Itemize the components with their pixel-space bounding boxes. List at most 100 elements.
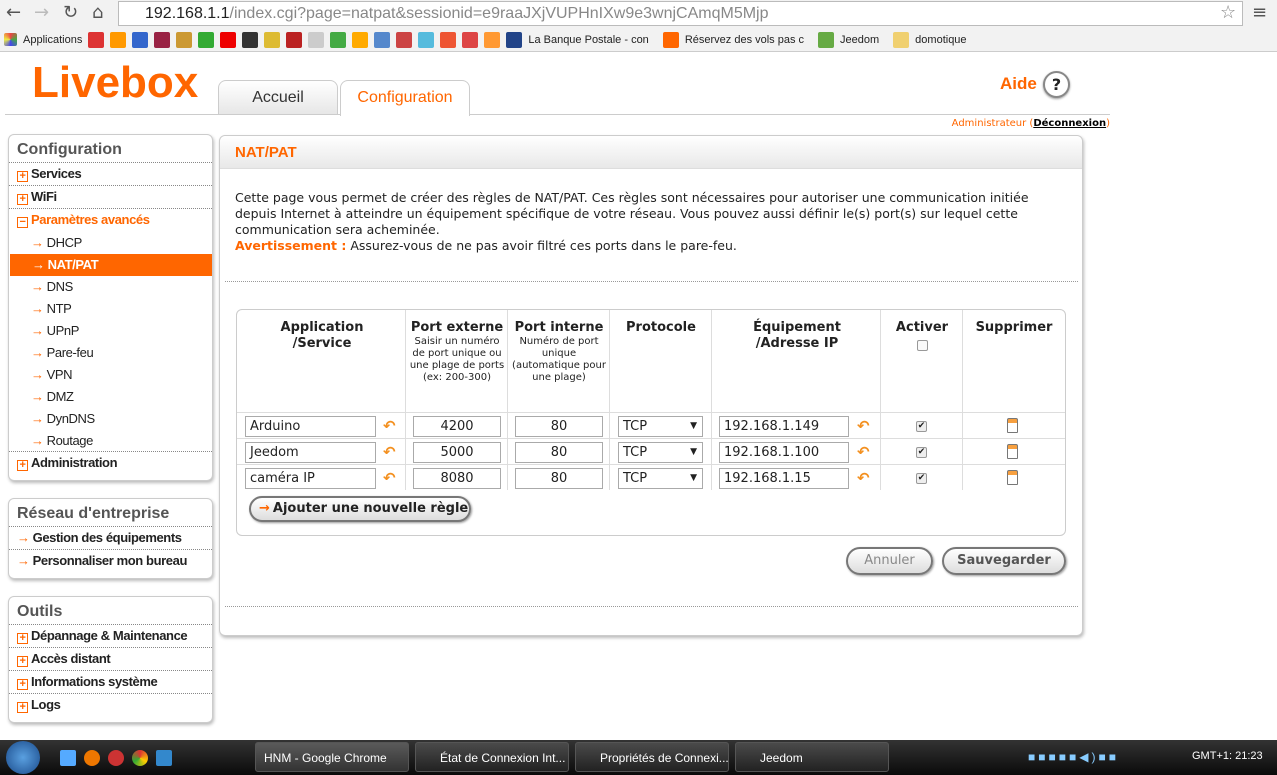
bookmark-applications[interactable]: Applications xyxy=(23,34,82,46)
trash-icon[interactable] xyxy=(1007,418,1018,433)
bookmark-icon[interactable] xyxy=(242,31,259,48)
activer-all-checkbox[interactable] xyxy=(916,340,928,351)
sidebar-sub-dns[interactable]: → DNS xyxy=(9,276,212,298)
back-icon[interactable]: ← xyxy=(6,2,21,23)
sidebar-sub-ntp[interactable]: → NTP xyxy=(9,298,212,320)
chrome-icon[interactable] xyxy=(132,750,148,766)
bookmark-icon[interactable] xyxy=(176,31,193,48)
bookmark-icon[interactable] xyxy=(662,31,679,48)
bookmark-jeedom[interactable]: Jeedom xyxy=(840,34,879,46)
sidebar-sub-dmz[interactable]: → DMZ xyxy=(9,386,212,408)
app-icon[interactable] xyxy=(108,750,124,766)
bookmark-domotique[interactable]: domotique xyxy=(915,34,966,46)
undo-icon[interactable]: ↶ xyxy=(857,443,870,461)
bookmark-icon[interactable] xyxy=(352,31,369,48)
reload-icon[interactable]: ↻ xyxy=(63,2,78,23)
sidebar-sub-natpat[interactable]: → NAT/PAT xyxy=(10,254,212,276)
ip-address-input[interactable]: 192.168.1.100 xyxy=(719,442,849,463)
show-desktop-icon[interactable] xyxy=(60,750,76,766)
sidebar-sub-dyndns[interactable]: → DynDNS xyxy=(9,408,212,430)
sidebar-sub-upnp[interactable]: → UPnP xyxy=(9,320,212,342)
sidebar-sub-routage[interactable]: → Routage xyxy=(9,430,212,452)
save-button[interactable]: Sauvegarder xyxy=(942,547,1066,575)
ip-address-input[interactable]: 192.168.1.15 xyxy=(719,468,849,489)
activer-checkbox[interactable]: ✔ xyxy=(916,473,927,484)
undo-icon[interactable]: ↶ xyxy=(383,417,396,435)
firefox-icon[interactable] xyxy=(84,750,100,766)
protocol-select[interactable]: TCP ▼ xyxy=(618,416,703,437)
bookmark-icon[interactable] xyxy=(88,31,105,48)
port-interne-input[interactable]: 80 xyxy=(515,442,603,463)
task-jeedom[interactable]: Jeedom xyxy=(735,742,889,772)
application-input[interactable]: Jeedom xyxy=(245,442,376,463)
sidebar-item-services[interactable]: + Services xyxy=(9,163,212,186)
bookmark-icon[interactable] xyxy=(396,31,413,48)
app-icon[interactable] xyxy=(156,750,172,766)
sidebar-item-administration[interactable]: + Administration xyxy=(9,452,212,475)
bookmark-vols[interactable]: Réservez des vols pas c xyxy=(685,34,804,46)
sidebar-item-personnaliser[interactable]: → Personnaliser mon bureau xyxy=(9,550,212,573)
bookmark-icon[interactable] xyxy=(374,31,391,48)
trash-icon[interactable] xyxy=(1007,470,1018,485)
cancel-button[interactable]: Annuler xyxy=(846,547,933,575)
address-bar[interactable]: 192.168.1.1/index.cgi?page=natpat&sessio… xyxy=(118,1,1243,26)
sidebar-sub-pare-feu[interactable]: → Pare-feu xyxy=(9,342,212,364)
bookmark-icon[interactable] xyxy=(110,31,127,48)
bookmark-icon[interactable] xyxy=(418,31,435,48)
bookmark-icon[interactable] xyxy=(264,31,281,48)
tab-accueil[interactable]: Accueil xyxy=(218,80,338,115)
logout-link[interactable]: Déconnexion xyxy=(1033,118,1106,129)
bookmark-banque-postale[interactable]: La Banque Postale - con xyxy=(528,34,648,46)
bookmark-icon[interactable] xyxy=(308,31,325,48)
undo-icon[interactable]: ↶ xyxy=(857,469,870,487)
activer-checkbox[interactable]: ✔ xyxy=(916,421,927,432)
forward-icon[interactable]: → xyxy=(34,2,49,23)
bookmark-icon[interactable] xyxy=(286,31,303,48)
activer-checkbox[interactable]: ✔ xyxy=(916,447,927,458)
bookmark-icon[interactable] xyxy=(132,31,149,48)
task-proprietes[interactable]: Propriétés de Connexi... xyxy=(575,742,729,772)
help-link[interactable]: Aide xyxy=(1000,74,1037,94)
bookmark-icon[interactable] xyxy=(220,31,237,48)
port-interne-input[interactable]: 80 xyxy=(515,416,603,437)
bookmark-icon[interactable] xyxy=(330,31,347,48)
application-input[interactable]: Arduino xyxy=(245,416,376,437)
add-rule-button[interactable]: → Ajouter une nouvelle règle xyxy=(249,496,471,522)
tab-configuration[interactable]: Configuration xyxy=(340,80,470,116)
port-interne-input[interactable]: 80 xyxy=(515,468,603,489)
start-button[interactable] xyxy=(6,741,40,774)
sidebar-sub-dhcp[interactable]: → DHCP xyxy=(9,232,212,254)
help-icon[interactable]: ? xyxy=(1043,71,1070,98)
ip-address-input[interactable]: 192.168.1.149 xyxy=(719,416,849,437)
livebox-logo[interactable]: Livebox xyxy=(32,58,198,108)
trash-icon[interactable] xyxy=(1007,444,1018,459)
menu-icon[interactable]: ≡ xyxy=(1252,2,1267,23)
sidebar-item-parametres-avances[interactable]: − Paramètres avancés xyxy=(9,209,212,232)
bookmark-icon[interactable] xyxy=(154,31,171,48)
star-icon[interactable]: ☆ xyxy=(1220,2,1236,23)
port-externe-input[interactable]: 8080 xyxy=(413,468,501,489)
application-input[interactable]: caméra IP xyxy=(245,468,376,489)
bookmark-icon[interactable] xyxy=(462,31,479,48)
sidebar-item-acces-distant[interactable]: + Accès distant xyxy=(9,648,212,671)
tray-icons[interactable]: ■■■■■◀)■■ xyxy=(1028,750,1119,764)
protocol-select[interactable]: TCP ▼ xyxy=(618,442,703,463)
bookmark-icon[interactable] xyxy=(506,31,523,48)
sidebar-sub-vpn[interactable]: → VPN xyxy=(9,364,212,386)
undo-icon[interactable]: ↶ xyxy=(857,417,870,435)
sidebar-item-informations-systeme[interactable]: + Informations système xyxy=(9,671,212,694)
sidebar-item-wifi[interactable]: + WiFi xyxy=(9,186,212,209)
task-chrome[interactable]: HNM - Google Chrome xyxy=(255,742,409,772)
undo-icon[interactable]: ↶ xyxy=(383,443,396,461)
bookmark-icon[interactable] xyxy=(198,31,215,48)
sidebar-item-depannage[interactable]: + Dépannage & Maintenance xyxy=(9,625,212,648)
undo-icon[interactable]: ↶ xyxy=(383,469,396,487)
sidebar-item-logs[interactable]: + Logs xyxy=(9,694,212,717)
port-externe-input[interactable]: 4200 xyxy=(413,416,501,437)
bookmark-icon[interactable] xyxy=(484,31,501,48)
sidebar-item-gestion-equipements[interactable]: → Gestion des équipements xyxy=(9,527,212,550)
clock[interactable]: GMT+1: 21:23 xyxy=(1192,750,1263,762)
bookmark-icon[interactable] xyxy=(440,31,457,48)
home-icon[interactable]: ⌂ xyxy=(92,2,103,23)
protocol-select[interactable]: TCP ▼ xyxy=(618,468,703,489)
